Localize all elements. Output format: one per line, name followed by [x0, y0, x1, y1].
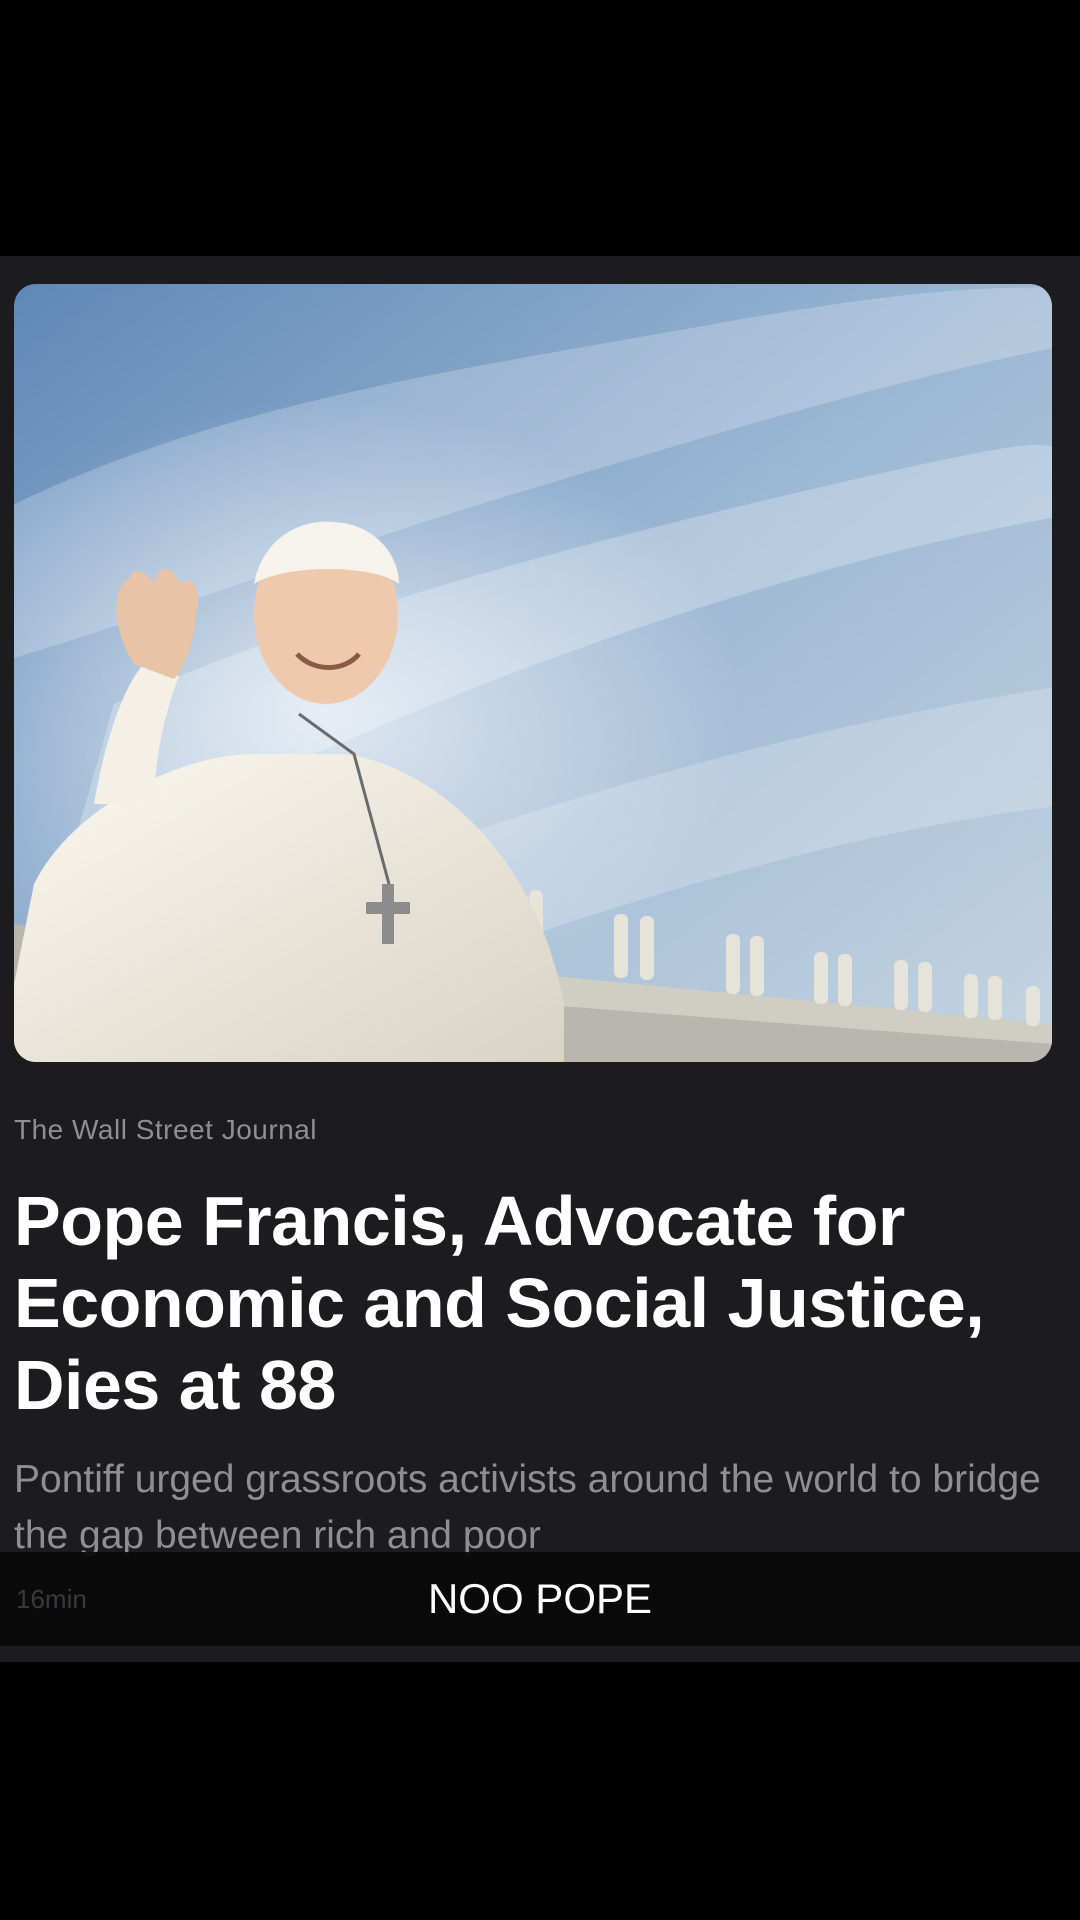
article-source: The Wall Street Journal [14, 1114, 318, 1145]
news-card[interactable]: The Wall Street Journal Pope Francis, Ad… [0, 256, 1080, 1662]
caption-overlay: 16min NOO POPE [0, 1552, 1080, 1646]
photo-illustration [14, 284, 1052, 1062]
screen: The Wall Street Journal Pope Francis, Ad… [0, 0, 1080, 1920]
article-summary: Pontiff urged grassroots activists aroun… [14, 1458, 1041, 1557]
article-headline[interactable]: Pope Francis, Advocate for Economic and … [14, 1180, 1054, 1426]
article-image[interactable] [14, 284, 1052, 1062]
caption-text: NOO POPE [427, 1575, 653, 1622]
